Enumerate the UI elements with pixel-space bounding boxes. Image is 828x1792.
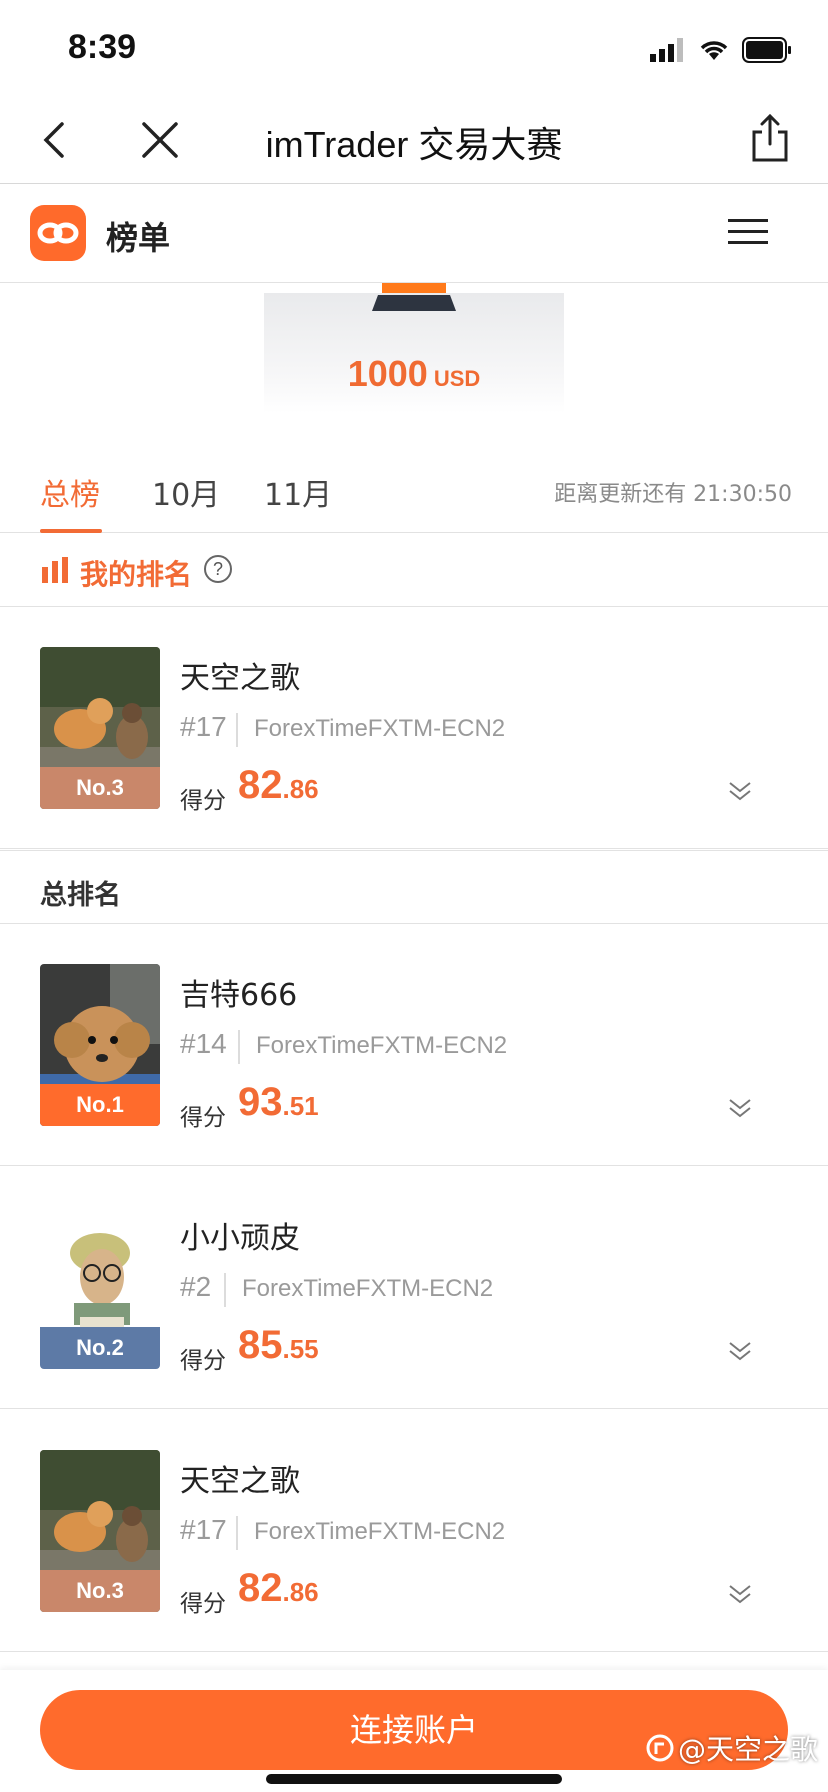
home-indicator bbox=[266, 1774, 562, 1784]
score-decimal: .55 bbox=[282, 1334, 319, 1364]
score-integer: 93 bbox=[238, 1080, 283, 1124]
tab-bar: 总榜 10月 11月 距离更新还有 21:30:50 bbox=[0, 440, 828, 533]
status-icons bbox=[650, 36, 792, 64]
tab-overall[interactable]: 总榜 bbox=[40, 470, 100, 514]
share-icon[interactable] bbox=[748, 112, 792, 164]
score-value: 85.55 bbox=[238, 1323, 319, 1368]
rank-badge: No.1 bbox=[40, 1084, 160, 1126]
watermark: @天空之歌 bbox=[646, 1728, 818, 1768]
watermark-text: @天空之歌 bbox=[677, 1733, 818, 1766]
my-rank-card[interactable]: No.3 天空之歌 #17 ForexTimeFXTM-ECN2 得分 82.8… bbox=[0, 607, 828, 849]
score-integer: 85 bbox=[238, 1323, 283, 1367]
score-decimal: .86 bbox=[282, 1577, 319, 1607]
avatar: No.3 bbox=[40, 647, 160, 809]
nav-bar: imTrader 交易大赛 bbox=[0, 96, 828, 184]
app-header-title: 榜单 bbox=[106, 219, 171, 257]
divider bbox=[236, 713, 238, 747]
app-header: 榜单 bbox=[0, 185, 828, 283]
rank-card[interactable]: No.1 吉特666 #14 ForexTimeFXTM-ECN2 得分 93.… bbox=[0, 924, 828, 1166]
score-decimal: .51 bbox=[282, 1091, 319, 1121]
avatar: No.3 bbox=[40, 1450, 160, 1612]
update-countdown: 距离更新还有 21:30:50 bbox=[554, 482, 792, 507]
rank-number: #14 bbox=[180, 1028, 227, 1059]
avatar: No.1 bbox=[40, 964, 160, 1126]
overall-ranking-header: 总排名 bbox=[0, 850, 828, 924]
chevron-down-icon[interactable] bbox=[726, 777, 754, 805]
menu-icon[interactable] bbox=[728, 217, 768, 247]
score-integer: 82 bbox=[238, 763, 283, 807]
prize-value: 1000 USD bbox=[264, 353, 564, 395]
trophy-base-icon bbox=[372, 283, 456, 311]
toutiao-logo-icon bbox=[646, 1734, 674, 1762]
divider bbox=[238, 1030, 240, 1064]
rank-number: #2 bbox=[180, 1271, 212, 1302]
score-value: 82.86 bbox=[238, 1566, 319, 1611]
bar-chart-icon bbox=[42, 557, 68, 583]
tab-november[interactable]: 11月 bbox=[264, 470, 332, 514]
chevron-down-icon[interactable] bbox=[726, 1580, 754, 1608]
prize-currency: USD bbox=[433, 366, 481, 391]
my-rank-label: 我的排名 bbox=[80, 558, 193, 591]
user-name: 天空之歌 bbox=[180, 1464, 300, 1499]
signal-icon bbox=[650, 38, 683, 62]
rank-badge: No.3 bbox=[40, 1570, 160, 1612]
battery-icon bbox=[742, 37, 791, 63]
app-logo bbox=[30, 205, 86, 261]
user-name: 小小顽皮 bbox=[180, 1221, 300, 1256]
score-label: 得分 bbox=[180, 1105, 226, 1131]
rank-number: #17 bbox=[180, 711, 227, 742]
status-time: 8:39 bbox=[68, 28, 137, 66]
score-label: 得分 bbox=[180, 1348, 226, 1374]
server-name: ForexTimeFXTM-ECN2 bbox=[242, 1275, 494, 1302]
score-label: 得分 bbox=[180, 788, 226, 814]
score-label: 得分 bbox=[180, 1591, 226, 1617]
score-decimal: .86 bbox=[282, 774, 319, 804]
user-name: 吉特666 bbox=[180, 978, 298, 1013]
chevron-down-icon[interactable] bbox=[726, 1337, 754, 1365]
rank-badge: No.3 bbox=[40, 767, 160, 809]
server-name: ForexTimeFXTM-ECN2 bbox=[254, 715, 506, 742]
score-integer: 82 bbox=[238, 1566, 283, 1610]
rank-number: #17 bbox=[180, 1514, 227, 1545]
divider bbox=[224, 1273, 226, 1307]
wifi-icon bbox=[700, 41, 728, 60]
rank-card[interactable]: No.2 小小顽皮 #2 ForexTimeFXTM-ECN2 得分 85.55 bbox=[0, 1167, 828, 1409]
help-icon[interactable]: ? bbox=[204, 555, 232, 583]
status-bar: 8:39 bbox=[0, 0, 828, 96]
prize-area: 1000 USD bbox=[0, 283, 828, 433]
avatar: No.2 bbox=[40, 1207, 160, 1369]
rank-card[interactable]: No.3 天空之歌 #17 ForexTimeFXTM-ECN2 得分 82.8… bbox=[0, 1410, 828, 1652]
score-value: 93.51 bbox=[238, 1080, 319, 1125]
server-name: ForexTimeFXTM-ECN2 bbox=[254, 1518, 506, 1545]
user-name: 天空之歌 bbox=[180, 661, 300, 696]
score-value: 82.86 bbox=[238, 763, 319, 808]
my-rank-header: 我的排名 ? bbox=[0, 533, 828, 607]
infinity-logo-icon bbox=[37, 222, 79, 244]
tab-october[interactable]: 10月 bbox=[152, 470, 220, 514]
chevron-down-icon[interactable] bbox=[726, 1094, 754, 1122]
overall-ranking-label: 总排名 bbox=[40, 880, 121, 911]
rank-badge: No.2 bbox=[40, 1327, 160, 1369]
server-name: ForexTimeFXTM-ECN2 bbox=[256, 1032, 508, 1059]
prize-amount: 1000 bbox=[347, 353, 428, 394]
divider bbox=[236, 1516, 238, 1550]
page-title: imTrader 交易大赛 bbox=[265, 124, 563, 165]
